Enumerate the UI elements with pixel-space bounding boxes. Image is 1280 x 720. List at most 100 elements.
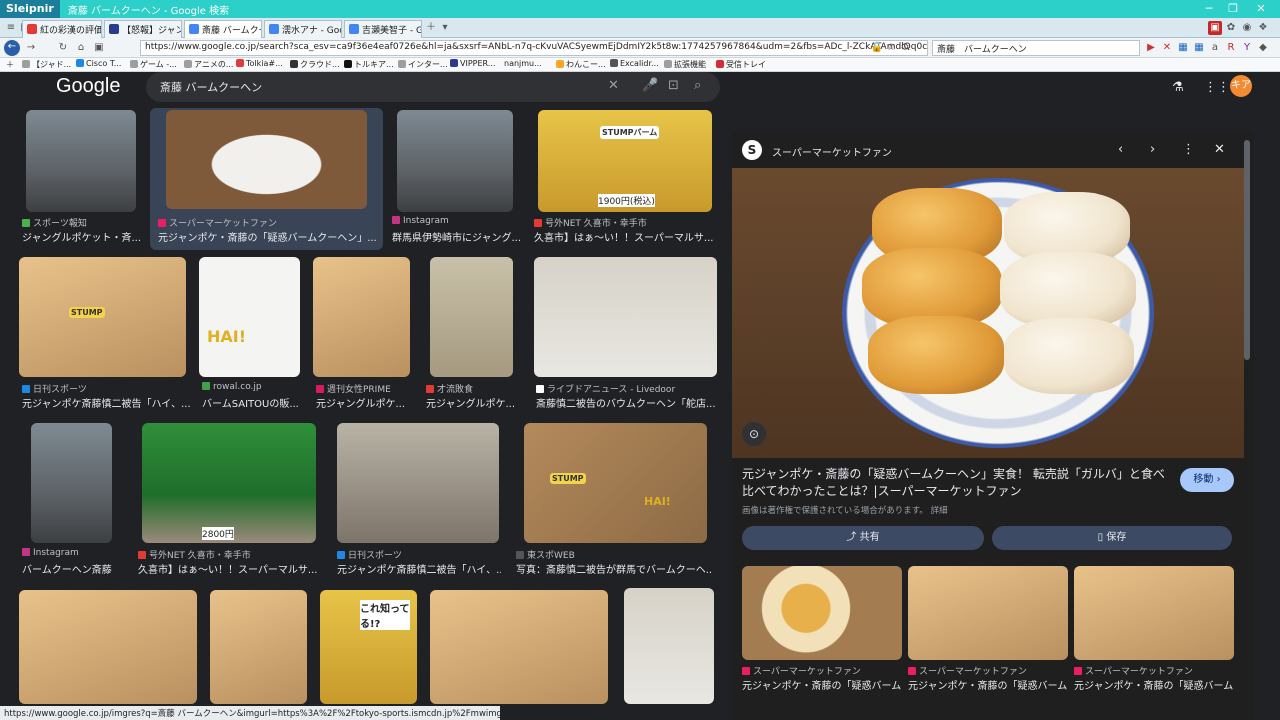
bookmark-item[interactable]: VIPPER...	[450, 59, 495, 68]
panel-source[interactable]: スーパーマーケットファン	[772, 144, 892, 159]
result-image[interactable]	[166, 110, 367, 209]
lens-search-icon[interactable]: ⊙	[742, 422, 766, 446]
result-title[interactable]: 群馬県伊勢崎市にジャング...	[392, 229, 522, 244]
result-image[interactable]	[430, 590, 608, 704]
reload-icon[interactable]: ↻	[56, 41, 70, 55]
bookmark-item[interactable]: アニメの...	[184, 59, 233, 70]
bookmark-item[interactable]: nanjmu...	[504, 59, 542, 68]
puzzle-icon[interactable]: ✿	[1224, 21, 1238, 35]
result-image[interactable]	[210, 590, 307, 704]
back-icon[interactable]: ←	[4, 40, 20, 56]
yahoo-icon[interactable]: Y	[1240, 41, 1254, 55]
extensions-icon[interactable]: ❖	[1256, 21, 1270, 35]
result-title[interactable]: 写真：斎藤慎二被告が群馬でバームクーヘ...	[516, 561, 712, 576]
result-image[interactable]	[26, 110, 136, 212]
tab-item[interactable]: 濡水アナ - Goog...	[264, 20, 342, 38]
result-image[interactable]	[337, 423, 499, 543]
result-title[interactable]: ジャングルポケット・斉...	[22, 229, 142, 244]
result-image[interactable]	[397, 110, 513, 212]
related-title[interactable]: 元ジャンポケ・斎藤の「疑惑バームク...	[1074, 677, 1234, 692]
clear-icon[interactable]: ✕	[608, 78, 619, 93]
star-icon[interactable]: ☆	[884, 41, 898, 55]
search-icon[interactable]: ⌕	[694, 78, 701, 93]
address-bar[interactable]: https://www.google.co.jp/search?sca_esv=…	[140, 40, 928, 56]
labs-icon[interactable]: ⚗	[1172, 80, 1184, 95]
ext-icon[interactable]: ◆	[1256, 41, 1270, 55]
bookmark-item[interactable]: 拡張機能	[664, 59, 706, 70]
related-image[interactable]	[742, 566, 902, 660]
result-image[interactable]	[430, 257, 513, 377]
result-title[interactable]: 元ジャングルポケ...	[316, 395, 416, 410]
app-name[interactable]: Sleipnir	[0, 0, 60, 18]
tab-item-active[interactable]: 斎藤 バームクー...	[184, 20, 262, 39]
bookmark-item[interactable]: わんこー...	[556, 59, 606, 70]
result-title[interactable]: 久喜市】はぁ〜い！！スーパーマルサ...	[138, 561, 318, 576]
bookmark-item[interactable]: インター...	[398, 59, 448, 70]
result-image[interactable]	[313, 257, 410, 377]
result-title[interactable]: 斎藤慎二被告のバウムクーヘン「舵店...	[536, 395, 716, 410]
visit-button[interactable]: 移動 ›	[1180, 468, 1234, 492]
add-bookmark-icon[interactable]: ＋	[6, 59, 14, 70]
result-image[interactable]	[19, 590, 197, 704]
related-title[interactable]: 元ジャンポケ・斎藤の「疑惑バームク...	[742, 677, 902, 692]
result-image[interactable]: STUMPバーム 1900円(税込)	[538, 110, 712, 212]
tab-item[interactable]: 紅の彩漢の評価...	[22, 20, 102, 38]
maximize-icon[interactable]: ❐	[1222, 0, 1244, 18]
result-image[interactable]: 2800円	[142, 423, 316, 543]
ext-icon[interactable]: ✕	[1160, 41, 1174, 55]
result-title[interactable]: 元ジャンポケ斎藤慎二被告「ハイ、...	[22, 395, 192, 410]
bookmark-item[interactable]: Tolkia#...	[236, 59, 283, 68]
lens-icon[interactable]: ⊡	[668, 78, 679, 93]
chevron-right-icon[interactable]: ›	[1150, 142, 1155, 157]
more-icon[interactable]: ⋮	[1182, 142, 1195, 157]
ext-badge-icon[interactable]: ▣	[1208, 21, 1222, 35]
youtube-icon[interactable]: ▶	[1144, 41, 1158, 55]
bookmark-item[interactable]: 【ジャド...	[22, 59, 71, 70]
bookmark-item[interactable]: トルキア...	[344, 59, 394, 70]
bookmark-item[interactable]: クラウド...	[290, 59, 340, 70]
search-box[interactable]: 斎藤 バームクーヘン	[932, 40, 1140, 56]
result-title[interactable]: バームクーヘン斎藤	[22, 561, 122, 576]
mic-icon[interactable]: 🎤	[642, 78, 658, 93]
bookmark-item[interactable]: ゲーム -...	[130, 59, 177, 70]
google-search-bar[interactable]: 斎藤 バームクーヘン ✕ 🎤 ⊡ ⌕	[146, 72, 720, 102]
save-button[interactable]: ▯ 保存	[992, 526, 1232, 550]
avatar[interactable]: キア	[1230, 75, 1252, 97]
ext-icon[interactable]: ▦	[1192, 41, 1206, 55]
result-image[interactable]: STUMP HAI!	[524, 423, 707, 543]
amazon-icon[interactable]: a	[1208, 41, 1222, 55]
forward-icon[interactable]: →	[24, 41, 38, 55]
result-image[interactable]: HAI!	[199, 257, 300, 377]
preview-image[interactable]	[732, 168, 1244, 458]
lock-icon[interactable]: 🔒	[870, 41, 884, 55]
result-image[interactable]: これ知ってる!?	[320, 590, 417, 704]
bookmark-item[interactable]: Cisco T...	[76, 59, 121, 68]
tab-item[interactable]: 【怒報】ジャンポケ...	[104, 20, 182, 38]
new-tab-icon[interactable]: ＋	[424, 21, 438, 35]
related-image[interactable]	[908, 566, 1068, 660]
panel-scrollbar[interactable]	[1244, 140, 1250, 360]
menu-icon[interactable]: ≡	[4, 21, 18, 35]
apps-icon[interactable]: ⋮⋮	[1204, 80, 1230, 95]
bookmark-item[interactable]: Excalidr...	[610, 59, 659, 68]
preview-title[interactable]: 元ジャンポケ・斎藤の「疑惑バームクーヘン」実食！ 転売説「ガルバ」と食べ比べてわ…	[742, 466, 1172, 500]
chevron-left-icon[interactable]: ‹	[1118, 142, 1123, 157]
google-logo[interactable]: Google	[56, 75, 121, 98]
result-image[interactable]: STUMP	[19, 257, 186, 377]
share-button[interactable]: ⤴ 共有	[742, 526, 984, 550]
result-title[interactable]: 元ジャンポケ・斎藤の「疑惑バームクーヘン」...	[158, 229, 378, 244]
close-window-icon[interactable]: ✕	[1250, 0, 1272, 18]
tab-item[interactable]: 吉瀬美智子 - G...	[344, 20, 422, 38]
result-title[interactable]: バームSAITOUの販...	[202, 395, 302, 410]
bookmark-item[interactable]: 受信トレイ	[716, 59, 766, 70]
search-input[interactable]: 斎藤 バームクーヘン	[160, 79, 262, 95]
related-title[interactable]: 元ジャンポケ・斎藤の「疑惑バームク...	[908, 677, 1068, 692]
rakuten-icon[interactable]: R	[1224, 41, 1238, 55]
result-title[interactable]: 元ジャングルポケ...	[426, 395, 522, 410]
result-image[interactable]	[534, 257, 717, 377]
result-image[interactable]	[31, 423, 112, 543]
result-title[interactable]: 元ジャンポケ斎藤慎二被告「ハイ、...	[337, 561, 501, 576]
close-icon[interactable]: ✕	[1214, 142, 1225, 157]
page-icon[interactable]: ▣	[92, 41, 106, 55]
ext-icon[interactable]: ▦	[1176, 41, 1190, 55]
